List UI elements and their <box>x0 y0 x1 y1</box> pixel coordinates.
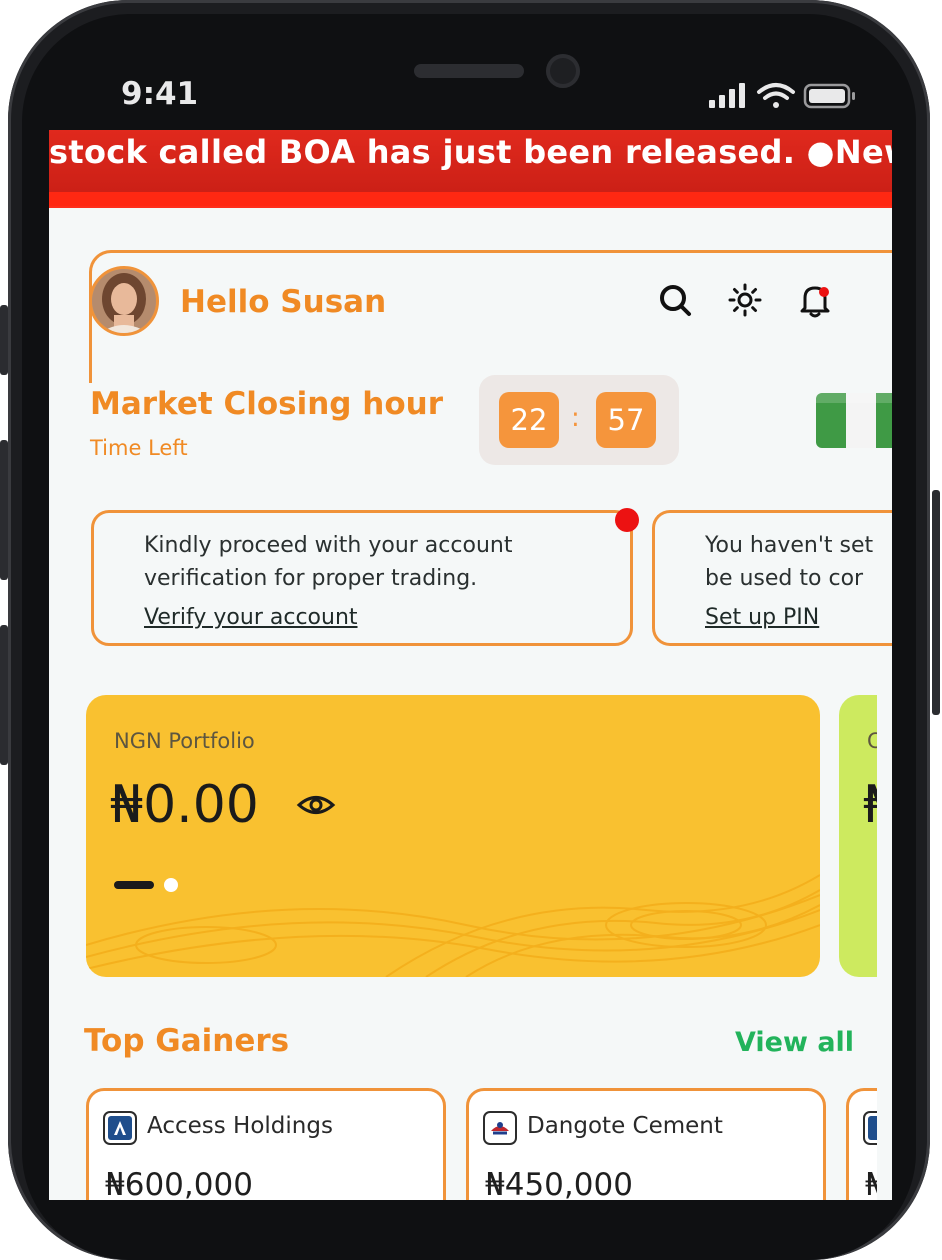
battery-icon <box>803 83 855 109</box>
status-bar: 9:41 <box>49 40 892 130</box>
screen-edge-mask <box>877 690 892 985</box>
view-all-link[interactable]: View all <box>735 1027 854 1058</box>
time-left-label: Time Left <box>90 436 188 460</box>
eye-icon[interactable] <box>296 790 336 820</box>
greeting: Hello Susan <box>180 284 387 320</box>
setup-pin-link[interactable]: Set up PIN <box>705 605 819 630</box>
notice-text: Kindly proceed with your account verific… <box>144 533 513 591</box>
side-button <box>932 490 940 715</box>
top-gainers-title: Top Gainers <box>84 1023 290 1059</box>
news-ticker[interactable]: stock called BOA has just been released.… <box>49 130 892 208</box>
status-time: 9:41 <box>121 76 199 112</box>
status-icons <box>709 83 855 109</box>
verification-notice: Kindly proceed with your account verific… <box>91 510 633 646</box>
stock-card[interactable]: Dangote Cement ₦450,000 <box>466 1088 826 1200</box>
dangote-cement-logo-icon <box>483 1111 517 1145</box>
stock-name: Access Holdings <box>147 1113 333 1139</box>
stock-card[interactable]: Access Holdings ₦600,000 <box>86 1088 446 1200</box>
countdown-separator: : <box>571 403 580 433</box>
ngn-portfolio-card[interactable]: NGN Portfolio ₦0.00 <box>86 695 820 977</box>
screen-edge-mask <box>877 1080 892 1200</box>
notification-dot <box>819 287 829 297</box>
countdown-hours: 22 <box>499 392 559 448</box>
speaker-grille <box>414 64 524 78</box>
search-icon[interactable] <box>655 280 695 320</box>
side-button <box>0 440 8 580</box>
notice-text: You haven't set be used to cor <box>705 529 892 595</box>
side-button <box>0 625 8 765</box>
signal-icon <box>709 83 745 108</box>
access-holdings-logo-icon <box>103 1111 137 1145</box>
ticker-underbar <box>49 192 892 206</box>
nigeria-flag-icon <box>816 393 892 448</box>
stock-price: ₦600,000 <box>105 1167 253 1200</box>
countdown-minutes: 57 <box>596 392 656 448</box>
side-button <box>0 305 8 375</box>
stock-name: Dangote Cement <box>527 1113 723 1139</box>
notice-line: You haven't set <box>705 533 874 558</box>
bell-icon[interactable] <box>795 280 835 320</box>
stock-price: ₦450,000 <box>485 1167 633 1200</box>
notice-line: be used to cor <box>705 566 864 591</box>
carousel-indicator-active <box>114 881 154 889</box>
avatar[interactable] <box>89 266 159 336</box>
market-closing-title: Market Closing hour <box>90 386 444 422</box>
pin-notice: You haven't set be used to cor Set up PI… <box>652 510 892 646</box>
portfolio-balance: ₦0.00 <box>110 775 259 835</box>
notice-alert-dot <box>615 508 639 532</box>
wifi-icon <box>757 83 795 108</box>
portfolio-label: NGN Portfolio <box>114 729 255 753</box>
avatar-image <box>92 269 156 333</box>
ticker-text: stock called BOA has just been released.… <box>49 133 892 171</box>
app-screen: stock called BOA has just been released.… <box>49 130 892 1200</box>
front-camera <box>546 54 580 88</box>
countdown-timer: 22 : 57 <box>479 375 679 465</box>
carousel-indicator[interactable] <box>164 878 178 892</box>
sun-icon[interactable] <box>725 280 765 320</box>
verify-account-link[interactable]: Verify your account <box>144 605 358 630</box>
